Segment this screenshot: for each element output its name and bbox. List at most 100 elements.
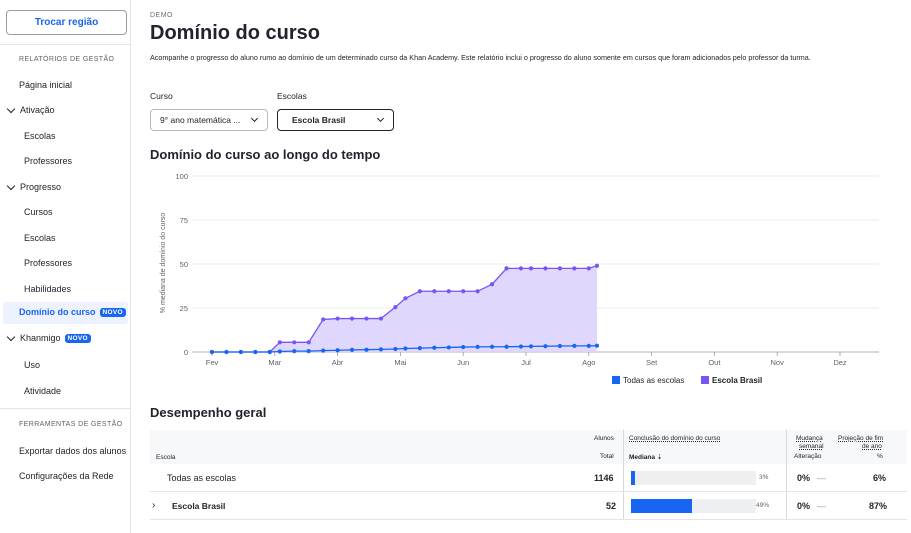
sidebar-item-network-settings[interactable]: Configurações da Rede — [19, 471, 114, 481]
data-point — [403, 296, 408, 301]
x-tick-label: Out — [708, 358, 721, 367]
row-change-dash: — — [817, 473, 826, 483]
row-change: 0% — [797, 501, 811, 511]
sidebar-item-activity[interactable]: Atividade — [24, 386, 61, 396]
data-point — [446, 345, 451, 350]
data-point — [572, 266, 577, 271]
schools-select-value: Escola Brasil — [292, 115, 346, 125]
sidebar-divider — [0, 44, 131, 45]
data-point — [528, 266, 534, 271]
chevron-down-icon — [6, 181, 16, 190]
row-students: 1146 — [594, 473, 614, 483]
sidebar-item-skills[interactable]: Habilidades — [24, 284, 71, 294]
switch-region-button[interactable]: Trocar região — [6, 10, 127, 35]
schools-select[interactable]: Escola Brasil — [277, 109, 394, 131]
data-point — [475, 289, 480, 294]
data-point — [292, 349, 297, 354]
data-point — [393, 346, 398, 352]
data-point — [378, 316, 384, 321]
sidebar-item-activation[interactable]: Ativação — [6, 104, 55, 115]
chart-section-title: Domínio do curso ao longo do tempo — [150, 147, 381, 162]
row-projection: 6% — [873, 473, 887, 483]
row-school: Escola Brasil — [172, 501, 226, 511]
median-bar-fill — [631, 499, 693, 513]
sidebar-item-course-mastery[interactable]: Domínio do curso NOVO — [19, 307, 126, 317]
expand-chevron-icon[interactable]: › — [152, 500, 155, 511]
sidebar-item-label: Domínio do curso — [19, 307, 96, 317]
data-point — [292, 340, 297, 345]
sidebar-item-activation-teachers[interactable]: Professores — [24, 156, 72, 166]
data-point — [489, 282, 495, 287]
course-select[interactable]: 9° ano matemática ... — [150, 109, 268, 131]
x-tick-label: Fev — [206, 358, 219, 367]
x-tick-label: Mar — [268, 358, 281, 367]
col-projection-top1[interactable]: Projeção de fim — [838, 435, 883, 442]
median-bar-fill — [631, 471, 635, 485]
row-change: 0% — [797, 473, 811, 483]
sidebar-item-usage[interactable]: Uso — [24, 360, 40, 370]
data-point — [321, 317, 326, 322]
y-axis-label: % mediana de domínio do curso — [160, 213, 167, 313]
legend-swatch — [612, 376, 620, 384]
x-tick-label: Ago — [582, 358, 595, 367]
legend-swatch — [701, 376, 709, 384]
x-tick-label: Mai — [394, 358, 406, 367]
row-median-label: 3% — [759, 474, 769, 481]
page-description: Acompanhe o progresso do aluno rumo ao d… — [150, 53, 811, 62]
sidebar-item-progress-teachers[interactable]: Professores — [24, 258, 72, 268]
data-point — [557, 343, 563, 349]
sidebar-divider — [0, 408, 131, 409]
sidebar-item-home[interactable]: Página inicial — [19, 80, 72, 90]
sidebar-item-progress-schools[interactable]: Escolas — [24, 233, 56, 243]
x-tick-label: Set — [646, 358, 658, 367]
sidebar-section-tools: FERRAMENTAS DE GESTÃO — [19, 421, 123, 428]
data-point — [461, 344, 466, 350]
data-point — [572, 343, 577, 348]
data-point — [557, 266, 563, 271]
y-tick-label: 0 — [184, 348, 188, 357]
y-tick-label: 75 — [180, 216, 188, 225]
col-change-top1[interactable]: Mudança — [796, 435, 823, 442]
data-point — [518, 266, 524, 271]
chevron-down-icon — [6, 332, 16, 341]
data-point — [504, 344, 509, 349]
sidebar-item-label: Ativação — [20, 105, 55, 115]
data-point — [489, 344, 495, 349]
table-row[interactable]: Todas as escolas 1146 3% 0% — 6% — [150, 464, 907, 492]
sidebar-item-progress[interactable]: Progresso — [6, 181, 61, 192]
data-point — [417, 289, 422, 294]
course-select-value: 9° ano matemática ... — [160, 115, 241, 125]
course-filter-label: Curso — [150, 91, 173, 101]
performance-section-title: Desempenho geral — [150, 405, 267, 420]
data-point — [209, 349, 215, 355]
sort-icon: ⇣ — [656, 454, 663, 461]
median-bar — [631, 471, 756, 485]
legend-label: Escola Brasil — [712, 376, 762, 385]
table-header: Escola Alunos Total Conclusão do domínio… — [150, 430, 907, 464]
col-projection-top2[interactable]: de ano — [862, 443, 882, 450]
col-mastery-top[interactable]: Conclusão do domínio do curso — [629, 435, 720, 442]
sidebar: Trocar região RELATÓRIOS DE GESTÃO Págin… — [0, 0, 131, 533]
sidebar-item-courses[interactable]: Cursos — [24, 207, 53, 217]
sidebar-item-export-data[interactable]: Exportar dados dos alunos — [19, 446, 126, 456]
col-change-top2[interactable]: semanal — [799, 443, 824, 450]
data-point — [543, 344, 548, 349]
x-tick-label: Nov — [771, 358, 785, 367]
col-mastery-median[interactable]: Mediana ⇣ — [629, 453, 662, 461]
table-row[interactable]: › Escola Brasil 52 49% 0% — 87% — [150, 492, 907, 520]
data-point — [594, 343, 600, 348]
data-point — [335, 316, 340, 321]
page-title: Domínio do curso — [150, 22, 320, 44]
data-point — [349, 316, 355, 321]
col-school: Escola — [156, 454, 176, 461]
data-point — [224, 349, 229, 355]
sidebar-section-reports: RELATÓRIOS DE GESTÃO — [19, 56, 115, 63]
data-point — [321, 348, 326, 353]
data-point — [586, 266, 591, 271]
sidebar-item-khanmigo[interactable]: Khanmigo NOVO — [6, 332, 91, 343]
median-bar — [631, 499, 756, 513]
data-point — [349, 347, 355, 352]
sidebar-item-activation-schools[interactable]: Escolas — [24, 131, 56, 141]
data-point — [253, 349, 258, 355]
main-content: DEMO Domínio do curso Acompanhe o progre… — [131, 0, 911, 533]
